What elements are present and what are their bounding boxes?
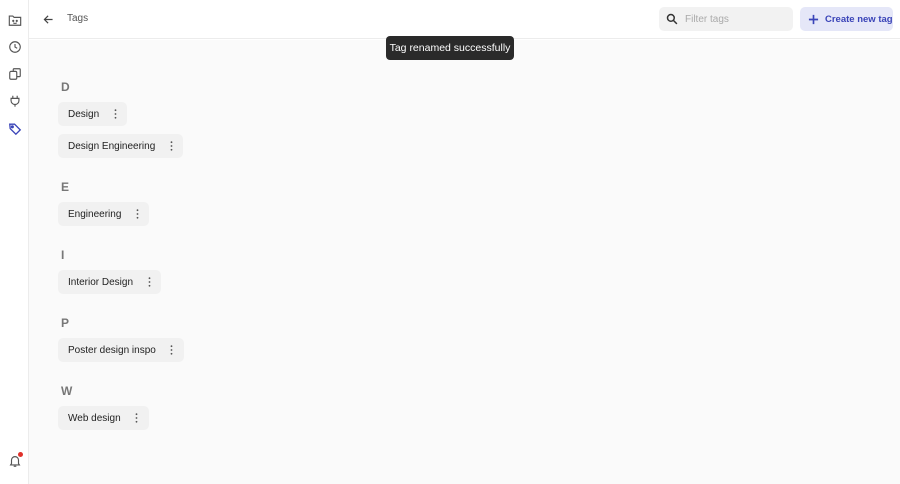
tag-label: Interior Design <box>68 276 134 288</box>
bell-icon[interactable] <box>6 452 23 469</box>
more-options-icon[interactable] <box>141 272 157 292</box>
group-letter: I <box>61 248 65 262</box>
tag-label: Engineering <box>68 208 122 220</box>
smiley-folder-icon[interactable] <box>6 11 23 28</box>
group-letter: P <box>61 316 70 330</box>
create-new-tag-label: Create new tag <box>825 13 893 25</box>
group-letter: E <box>61 180 70 194</box>
search-input[interactable] <box>685 13 785 25</box>
plug-icon[interactable] <box>6 92 23 109</box>
group-letter: D <box>61 80 70 94</box>
notification-dot <box>18 452 23 457</box>
more-options-icon[interactable] <box>107 104 123 124</box>
toast-notification: Tag renamed successfully <box>386 36 514 60</box>
more-options-icon[interactable] <box>163 136 179 156</box>
search-icon <box>666 13 678 25</box>
history-icon[interactable] <box>6 38 23 55</box>
create-new-tag-button[interactable]: Create new tag <box>800 7 893 31</box>
tag-chip[interactable]: Poster design inspo <box>58 338 184 362</box>
tags-list: D Design Design Engineering E Engineerin… <box>29 40 900 484</box>
top-bar: Tags Create new tag <box>29 0 900 39</box>
tag-icon[interactable] <box>6 120 23 137</box>
tag-label: Design Engineering <box>68 140 156 152</box>
more-options-icon[interactable] <box>129 408 145 428</box>
tag-chip[interactable]: Web design <box>58 406 149 430</box>
more-options-icon[interactable] <box>164 340 180 360</box>
back-button[interactable] <box>40 11 56 27</box>
tag-label: Design <box>68 108 100 120</box>
group-letter: W <box>61 384 73 398</box>
copy-icon[interactable] <box>6 65 23 82</box>
tag-label: Poster design inspo <box>68 344 156 356</box>
page-title: Tags <box>67 13 89 24</box>
search-box[interactable] <box>659 7 793 31</box>
tag-chip[interactable]: Design <box>58 102 128 126</box>
arrow-left-icon <box>43 14 53 24</box>
tag-chip[interactable]: Design Engineering <box>58 134 184 158</box>
tag-chip[interactable]: Engineering <box>58 202 150 226</box>
tag-label: Web design <box>68 412 121 424</box>
plus-icon <box>808 14 819 24</box>
sidebar <box>0 0 29 484</box>
tag-chip[interactable]: Interior Design <box>58 270 162 294</box>
more-options-icon[interactable] <box>129 204 145 224</box>
